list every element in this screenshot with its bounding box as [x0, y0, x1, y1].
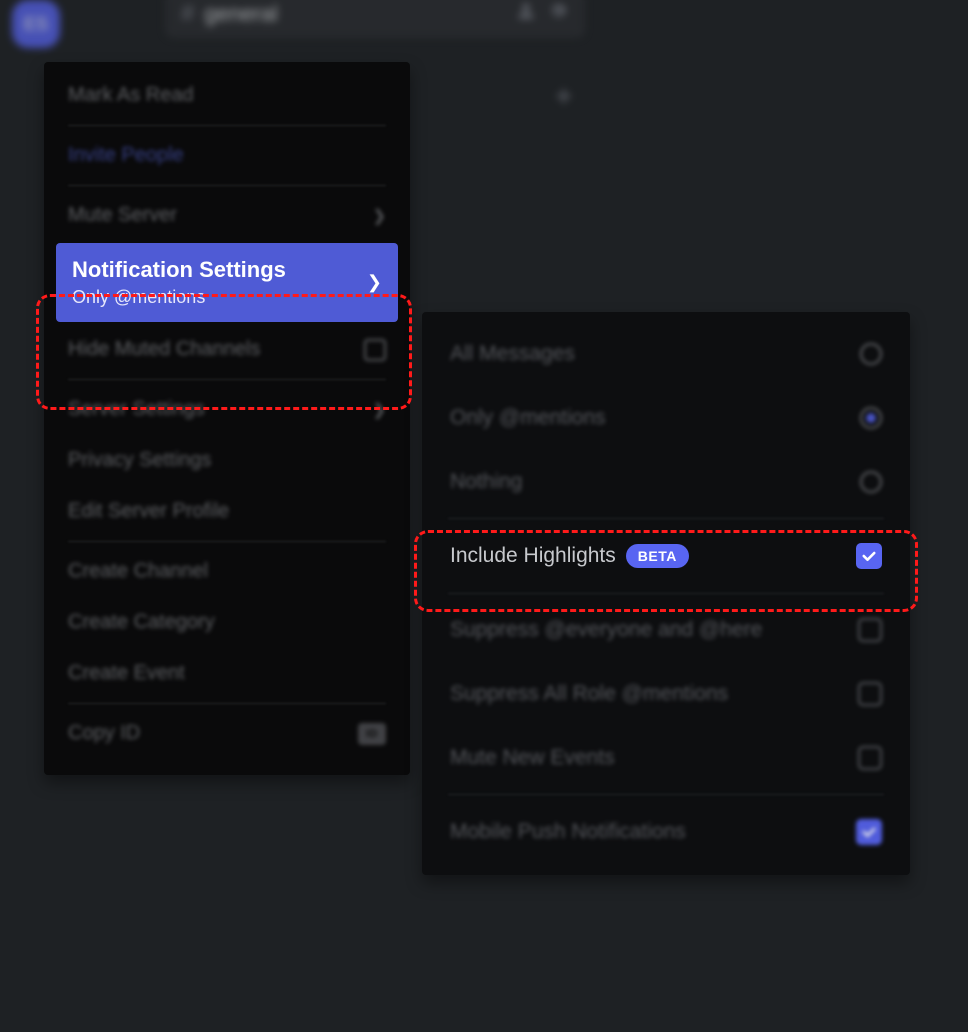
notification-settings-submenu: All Messages Only @mentions Nothing Incl…: [422, 312, 910, 875]
menu-label: Hide Muted Channels: [68, 338, 260, 361]
menu-separator: [68, 379, 386, 380]
option-label: Include Highlights: [450, 544, 616, 568]
checkbox-checked[interactable]: [856, 543, 882, 569]
menu-copy-id[interactable]: Copy ID ID: [56, 708, 398, 759]
option-label: Mobile Push Notifications: [450, 820, 686, 844]
menu-subtitle: Only @mentions: [72, 287, 286, 308]
menu-notification-settings[interactable]: Notification Settings Only @mentions ❯: [56, 243, 398, 322]
menu-server-settings[interactable]: Server Settings ❯: [56, 384, 398, 435]
server-context-menu: Mark As Read Invite People Mute Server ❯…: [44, 62, 410, 775]
chevron-right-icon: ❯: [373, 400, 386, 420]
chevron-right-icon: ❯: [373, 206, 386, 226]
radio-button-selected[interactable]: [860, 407, 882, 429]
radio-button[interactable]: [860, 343, 882, 365]
menu-label: Create Channel: [68, 560, 208, 583]
chevron-right-icon: ❯: [367, 272, 382, 293]
menu-label: Create Event: [68, 662, 185, 685]
option-label: Suppress All Role @mentions: [450, 682, 728, 706]
submenu-separator: [448, 794, 884, 795]
submenu-separator: [448, 593, 884, 594]
option-label: All Messages: [450, 342, 575, 366]
menu-label: Privacy Settings: [68, 449, 211, 472]
menu-mark-as-read[interactable]: Mark As Read: [56, 70, 398, 121]
menu-separator: [68, 125, 386, 126]
channel-name: general: [204, 1, 505, 27]
menu-label: Server Settings: [68, 398, 205, 421]
server-icon[interactable]: ES: [12, 0, 60, 48]
menu-label: Copy ID: [68, 722, 140, 745]
menu-create-category[interactable]: Create Category: [56, 597, 398, 648]
option-label: Only @mentions: [450, 406, 606, 430]
menu-create-channel[interactable]: Create Channel: [56, 546, 398, 597]
menu-hide-muted-channels[interactable]: Hide Muted Channels: [56, 324, 398, 375]
checkbox-empty[interactable]: [858, 618, 882, 642]
server-initials: ES: [24, 14, 48, 35]
menu-separator: [68, 703, 386, 704]
menu-label: Edit Server Profile: [68, 500, 229, 523]
option-suppress-roles[interactable]: Suppress All Role @mentions: [430, 662, 902, 726]
option-only-mentions[interactable]: Only @mentions: [430, 386, 902, 450]
menu-label: Invite People: [68, 144, 184, 167]
menu-privacy-settings[interactable]: Privacy Settings: [56, 435, 398, 486]
menu-label: Mute Server: [68, 204, 177, 227]
checkbox-checked[interactable]: [856, 819, 882, 845]
menu-separator: [68, 185, 386, 186]
option-suppress-everyone[interactable]: Suppress @everyone and @here: [430, 598, 902, 662]
option-include-highlights[interactable]: Include Highlights BETA: [430, 523, 902, 589]
option-label: Suppress @everyone and @here: [450, 618, 762, 642]
menu-label: Mark As Read: [68, 84, 194, 107]
menu-invite-people[interactable]: Invite People: [56, 130, 398, 181]
menu-separator: [68, 541, 386, 542]
option-all-messages[interactable]: All Messages: [430, 322, 902, 386]
plus-icon[interactable]: +: [555, 80, 573, 114]
beta-badge: BETA: [626, 544, 689, 568]
option-label: Mute New Events: [450, 746, 615, 770]
checkbox-empty[interactable]: [858, 746, 882, 770]
menu-create-event[interactable]: Create Event: [56, 648, 398, 699]
option-label: Nothing: [450, 470, 522, 494]
option-nothing[interactable]: Nothing: [430, 450, 902, 514]
members-icon[interactable]: [515, 0, 537, 28]
hash-icon: #: [181, 0, 194, 28]
menu-label: Create Category: [68, 611, 215, 634]
checkbox-empty[interactable]: [364, 339, 386, 361]
gear-icon[interactable]: [547, 0, 569, 28]
option-mute-new-events[interactable]: Mute New Events: [430, 726, 902, 790]
id-badge-icon: ID: [358, 723, 386, 745]
submenu-separator: [448, 518, 884, 519]
option-mobile-push[interactable]: Mobile Push Notifications: [430, 799, 902, 865]
radio-button[interactable]: [860, 471, 882, 493]
menu-mute-server[interactable]: Mute Server ❯: [56, 190, 398, 241]
channel-header: # general: [165, 0, 585, 38]
menu-edit-server-profile[interactable]: Edit Server Profile: [56, 486, 398, 537]
checkbox-empty[interactable]: [858, 682, 882, 706]
menu-label: Notification Settings: [72, 257, 286, 283]
